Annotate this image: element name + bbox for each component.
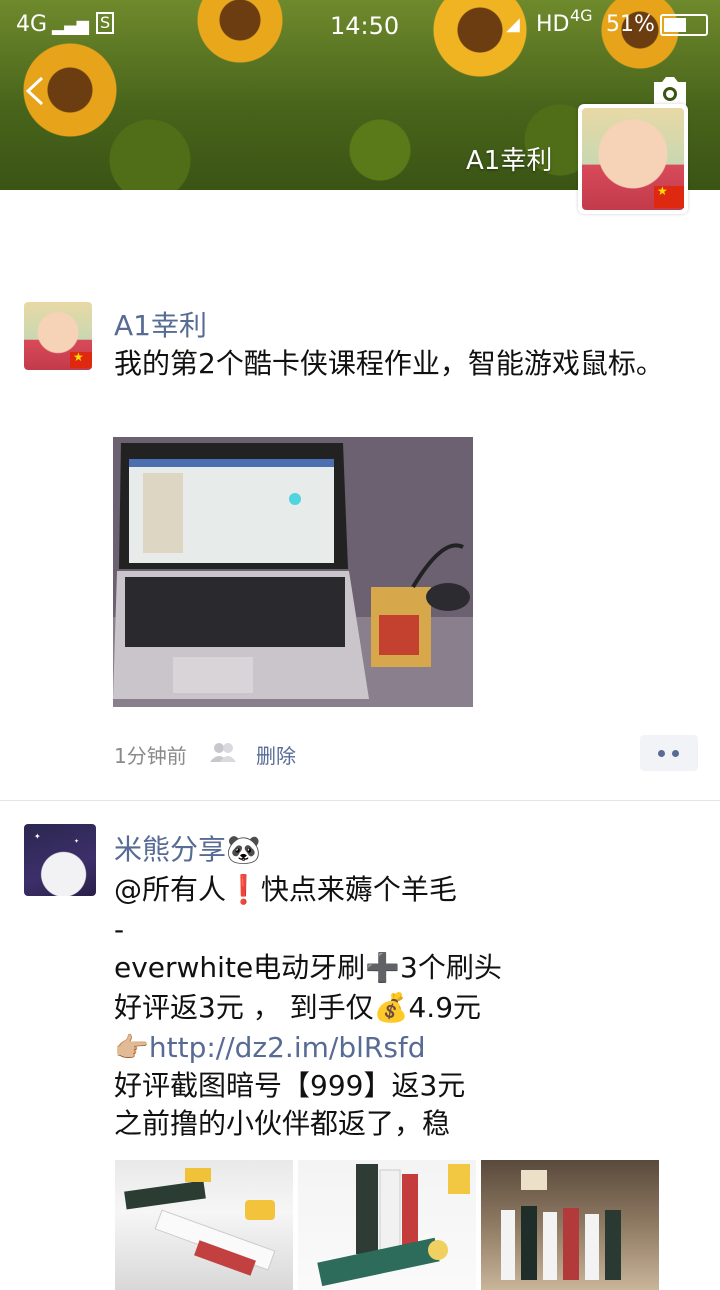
delete-link[interactable]: 删除: [256, 740, 296, 769]
laptop-photo-illustration: [113, 437, 473, 707]
battery-icon: [660, 14, 708, 36]
network-right: 4G: [570, 6, 593, 25]
post-link[interactable]: 👉🏼http://dz2.im/blRsfd: [114, 1028, 694, 1068]
chevron-left-icon: [25, 76, 44, 106]
network-left: 4G: [16, 12, 48, 37]
mute-icon: ◢: [506, 14, 520, 35]
post-photo-3[interactable]: [481, 1160, 659, 1290]
post-photo-2[interactable]: [298, 1160, 476, 1290]
post-text: 我的第2个酷卡侠课程作业，智能游戏鼠标。: [114, 347, 664, 380]
author-name[interactable]: A1幸利: [114, 304, 207, 344]
back-button[interactable]: [20, 74, 54, 108]
signal-icon: ▂▄▆: [52, 16, 89, 35]
china-flag-icon: [654, 184, 684, 208]
post-photo-1[interactable]: [115, 1160, 293, 1290]
hd-label: HD: [536, 12, 570, 37]
post-text-line: @所有人❗快点来薅个羊毛: [114, 873, 457, 906]
cover-user-name[interactable]: A1幸利: [466, 140, 552, 177]
china-flag-icon: [70, 350, 92, 368]
post-text-line: -: [114, 913, 125, 946]
author-avatar[interactable]: [24, 302, 92, 370]
post-text-line: 好评返3元 ， 到手仅💰4.9元: [114, 991, 482, 1024]
toothbrush-photo-illustration: [124, 1168, 276, 1276]
post-text-line: 之前撸的小伙伴都返了，稳: [114, 1107, 451, 1140]
battery-level: [664, 18, 686, 32]
post-divider: [0, 800, 720, 801]
more-actions-button[interactable]: [640, 735, 698, 771]
battery-percent: 51%: [606, 12, 655, 37]
star-icon: ✦: [34, 832, 41, 841]
clock: 14:50: [330, 12, 400, 40]
post-text-line: everwhite电动牙刷➕3个刷头: [114, 951, 502, 984]
star-icon: ✦: [74, 838, 80, 845]
toothbrush-display-illustration: [501, 1170, 621, 1280]
post-text-line: 好评截图暗号【999】返3元: [114, 1069, 466, 1102]
visibility-friends-icon: [208, 742, 238, 762]
cover-avatar[interactable]: [578, 104, 688, 214]
status-bar: 4G ▂▄▆ S 14:50 ◢ HD 4G 51%: [0, 0, 720, 50]
post-photo[interactable]: [113, 437, 473, 707]
sim-icon: S: [96, 12, 115, 34]
toothbrush-photo-illustration: [317, 1164, 470, 1287]
author-avatar[interactable]: ✦ ✦: [24, 824, 96, 896]
author-name[interactable]: 米熊分享🐼: [114, 828, 261, 868]
post-time: 1分钟前: [114, 744, 187, 768]
